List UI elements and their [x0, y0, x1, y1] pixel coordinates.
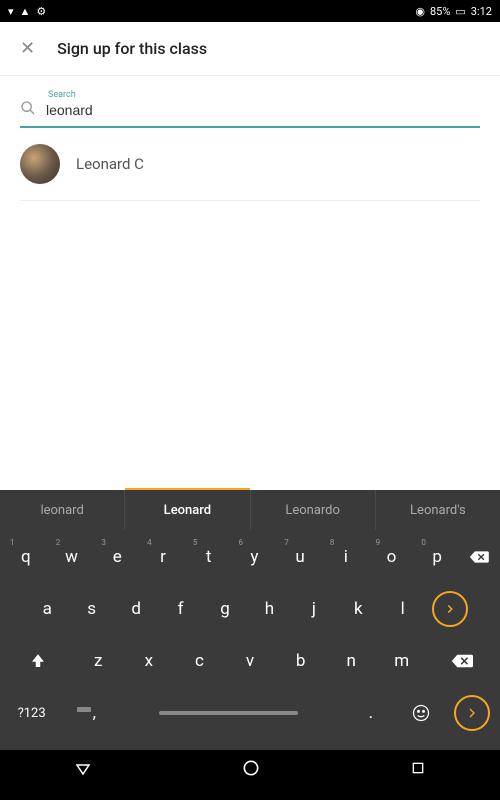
next-key[interactable] — [432, 591, 468, 627]
key-d[interactable]: d — [115, 588, 157, 630]
key-u[interactable]: 7u — [278, 536, 322, 578]
key-r[interactable]: 4r — [141, 536, 185, 578]
status-bar: ▾ ▲ ⚙ ◉ 85% ▭ 3:12 — [0, 0, 500, 22]
key-o[interactable]: 9o — [370, 536, 414, 578]
suggestion-3[interactable]: Leonard's — [376, 490, 500, 530]
suggestion-bar: leonard Leonard Leonardo Leonard's — [0, 490, 500, 530]
key-f[interactable]: f — [159, 588, 201, 630]
key-q[interactable]: 1q — [4, 536, 48, 578]
suggestion-0[interactable]: leonard — [0, 490, 125, 530]
header: ✕ Sign up for this class — [0, 22, 500, 76]
avatar — [20, 144, 60, 184]
settings-icon: ⚙ — [36, 5, 46, 18]
key-w[interactable]: 2w — [50, 536, 94, 578]
key-z[interactable]: z — [74, 640, 123, 682]
key-y[interactable]: 6y — [233, 536, 277, 578]
page-title: Sign up for this class — [57, 39, 207, 58]
space-key[interactable] — [113, 692, 343, 734]
back-button[interactable] — [74, 759, 92, 781]
key-t[interactable]: 5t — [187, 536, 231, 578]
key-m[interactable]: m — [377, 640, 426, 682]
emoji-key[interactable] — [398, 692, 444, 734]
recent-button[interactable] — [410, 760, 426, 780]
key-x[interactable]: x — [125, 640, 174, 682]
search-input[interactable] — [46, 102, 480, 118]
warning-icon: ▲ — [20, 5, 31, 18]
key-row-3: zxcvbnm — [4, 640, 496, 682]
nav-bar — [0, 750, 500, 790]
key-s[interactable]: s — [70, 588, 112, 630]
key-c[interactable]: c — [175, 640, 224, 682]
suggestion-indicator — [125, 488, 250, 490]
backspace-icon[interactable] — [461, 536, 496, 578]
key-v[interactable]: v — [226, 640, 275, 682]
key-b[interactable]: b — [276, 640, 325, 682]
battery-percent: 85% — [430, 5, 450, 18]
results-list: Leonard C — [0, 128, 500, 201]
period-key[interactable]: . — [348, 692, 394, 734]
key-h[interactable]: h — [248, 588, 290, 630]
keyboard: 1q2w3e4r5t6y7u8i9o0p asdfghjkl zxcvbnm ?… — [0, 530, 500, 750]
search-icon — [20, 100, 36, 120]
wifi-icon: ◉ — [415, 5, 425, 18]
key-l[interactable]: l — [382, 588, 424, 630]
close-icon[interactable]: ✕ — [20, 38, 35, 59]
home-button[interactable] — [241, 758, 261, 782]
suggestion-1[interactable]: Leonard — [125, 490, 250, 530]
shift-key[interactable] — [4, 640, 72, 682]
backspace-key[interactable] — [428, 640, 496, 682]
search-row[interactable] — [20, 100, 480, 128]
symbols-key[interactable]: ?123 — [4, 692, 59, 734]
key-k[interactable]: k — [337, 588, 379, 630]
battery-icon: ▭ — [455, 5, 465, 18]
app-container: ✕ Sign up for this class Search Leonard … — [0, 22, 500, 490]
suggestion-2[interactable]: Leonardo — [251, 490, 376, 530]
enter-key[interactable] — [454, 695, 490, 731]
clock: 3:12 — [471, 5, 492, 18]
key-n[interactable]: n — [327, 640, 376, 682]
comma-key[interactable]: , — [63, 692, 109, 734]
signal-icon: ▾ — [8, 5, 14, 18]
key-row-2: asdfghjkl — [4, 588, 496, 630]
key-row-4: ?123 , . — [4, 692, 496, 734]
key-i[interactable]: 8i — [324, 536, 368, 578]
search-label: Search — [48, 90, 480, 100]
keyboard-area: leonard Leonard Leonardo Leonard's 1q2w3… — [0, 490, 500, 750]
key-p[interactable]: 0p — [415, 536, 459, 578]
key-g[interactable]: g — [204, 588, 246, 630]
search-area: Search — [0, 76, 500, 128]
key-e[interactable]: 3e — [95, 536, 139, 578]
key-a[interactable]: a — [26, 588, 68, 630]
key-row-1: 1q2w3e4r5t6y7u8i9o0p — [4, 536, 496, 578]
result-name: Leonard C — [76, 155, 144, 173]
key-j[interactable]: j — [293, 588, 335, 630]
list-item[interactable]: Leonard C — [20, 128, 480, 201]
